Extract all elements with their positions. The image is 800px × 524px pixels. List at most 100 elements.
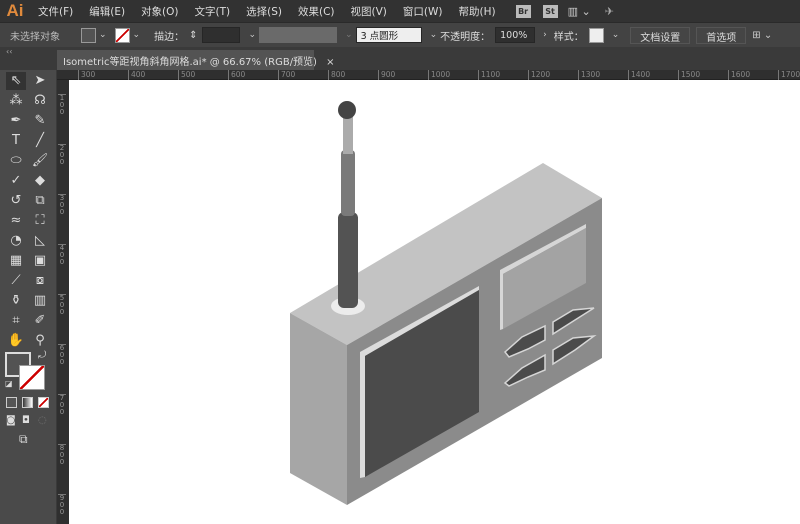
draw-behind-icon[interactable]: ◘: [22, 415, 30, 426]
ruler-tick-label: 1200: [528, 70, 550, 80]
screen-mode-icon[interactable]: ⧉: [19, 432, 28, 447]
blend-tool-icon[interactable]: ⧇: [30, 272, 50, 290]
ruler-tick-label: 1500: [678, 70, 700, 80]
style-label: 样式：: [553, 31, 584, 43]
ellipse-tool-icon[interactable]: ⬭: [6, 152, 26, 170]
chevron-down-icon[interactable]: ⌄: [430, 30, 438, 40]
gpu-performance-icon[interactable]: ✈: [605, 5, 614, 18]
paintbrush-icon[interactable]: 🖌: [30, 152, 50, 170]
menu-type[interactable]: 文字(T): [187, 4, 239, 19]
default-colors-icon[interactable]: ◪: [5, 379, 13, 388]
rotate-tool-icon[interactable]: ↺: [6, 192, 26, 210]
free-transform-icon[interactable]: ⛶: [30, 212, 50, 230]
draw-inside-icon: ◌: [38, 415, 47, 426]
ruler-tick-label: 500: [178, 70, 195, 80]
panel-collapse-icon[interactable]: ‹‹: [6, 47, 12, 56]
document-tab[interactable]: Isometric等距视角斜角网格.ai* @ 66.67% (RGB/预览) …: [57, 50, 335, 70]
lasso-icon[interactable]: ☊: [30, 92, 50, 110]
document-setup-button[interactable]: 文档设置: [630, 26, 691, 44]
column-graph-icon[interactable]: ▥: [30, 292, 50, 310]
tab-bar: ‹‹ Isometric等距视角斜角网格.ai* @ 66.67% (RGB/预…: [0, 47, 800, 70]
ruler-tick-label: 300: [58, 194, 66, 216]
symbol-sprayer-icon[interactable]: ⚱: [6, 292, 26, 310]
slice-tool-icon[interactable]: ✐: [30, 312, 50, 330]
antenna-lower-segment: [338, 212, 358, 308]
mesh-tool-icon[interactable]: ▦: [6, 252, 26, 270]
document-tab-title: Isometric等距视角斜角网格.ai* @ 66.67% (RGB/预览): [63, 57, 317, 68]
zoom-tool-icon[interactable]: ⚲: [30, 332, 50, 350]
app-logo: Ai: [6, 1, 24, 20]
color-mode-icon[interactable]: [6, 397, 17, 408]
brush-select[interactable]: 3 点圆形: [355, 27, 422, 43]
preferences-button[interactable]: 首选项: [696, 26, 747, 44]
chevron-right-icon[interactable]: ›: [543, 30, 547, 40]
antenna-upper-segment: [343, 116, 353, 154]
chevron-down-icon: ⌄: [345, 30, 353, 40]
ruler-tick-label: 600: [58, 344, 66, 366]
radio-illustration: [290, 101, 602, 505]
selection-tool-icon[interactable]: ⇖: [6, 72, 26, 90]
menu-help[interactable]: 帮助(H): [451, 4, 504, 19]
menu-edit[interactable]: 编辑(E): [81, 4, 133, 19]
curvature-tool-icon[interactable]: ✎: [30, 112, 50, 130]
workspace-layout-icon[interactable]: ▥ ⌄: [568, 5, 591, 18]
fill-swatch[interactable]: ⌄: [81, 27, 110, 43]
stroke-swatch[interactable]: ⌄: [114, 27, 144, 43]
ruler-tick-label: 1600: [728, 70, 750, 80]
menu-file[interactable]: 文件(F): [30, 4, 81, 19]
pen-tool-icon[interactable]: ✒: [6, 112, 26, 130]
menu-bar: Ai 文件(F) 编辑(E) 对象(O) 文字(T) 选择(S) 效果(C) 视…: [0, 0, 800, 22]
eyedropper-icon[interactable]: ⟋: [6, 272, 26, 290]
menu-effect[interactable]: 效果(C): [290, 4, 343, 19]
bridge-button[interactable]: Br: [515, 4, 531, 18]
scale-tool-icon[interactable]: ⧉: [30, 192, 50, 210]
antenna-tip: [338, 101, 356, 119]
ruler-tick-label: 700: [278, 70, 295, 80]
opacity-input[interactable]: 100%: [495, 27, 536, 43]
artboard[interactable]: [69, 80, 800, 524]
style-swatch[interactable]: [588, 27, 604, 43]
none-mode-icon[interactable]: [38, 397, 49, 408]
swap-colors-icon[interactable]: ⤾: [38, 350, 46, 361]
warp-tool-icon[interactable]: ≈: [6, 212, 26, 230]
magic-wand-icon[interactable]: ⁂: [6, 92, 26, 110]
stroke-color-box[interactable]: [19, 365, 45, 390]
stock-button[interactable]: St: [542, 4, 558, 18]
menu-select[interactable]: 选择(S): [238, 4, 290, 19]
variable-width-select[interactable]: [259, 27, 338, 43]
hand-tool-icon[interactable]: ✋: [6, 332, 26, 350]
horizontal-ruler[interactable]: 300 400 500 600 700 800 900 1000 1100 1200 1300 140…: [57, 70, 800, 80]
gradient-mode-icon[interactable]: [22, 397, 33, 408]
menu-object[interactable]: 对象(O): [133, 4, 186, 19]
radio-left-face: [290, 313, 347, 505]
ruler-tick-label: 900: [378, 70, 395, 80]
draw-normal-icon[interactable]: ◙: [6, 415, 16, 426]
type-tool-icon[interactable]: T: [6, 132, 26, 150]
stroke-label: 描边：: [154, 31, 185, 43]
shape-builder-icon[interactable]: ◔: [6, 232, 26, 250]
perspective-grid-icon[interactable]: ◺: [30, 232, 50, 250]
ruler-tick-label: 500: [58, 294, 66, 316]
direct-selection-tool-icon[interactable]: ➤: [30, 72, 50, 90]
eraser-icon[interactable]: ◆: [30, 172, 50, 190]
control-bar: 未选择对象 ⌄ ⌄ 描边： ⇕ ⌄ ⌄ 3 点圆形 ⌄ 不透明度： 100% › 样…: [0, 22, 800, 47]
ruler-tick-label: 700: [58, 394, 66, 416]
menu-view[interactable]: 视图(V): [343, 4, 395, 19]
artboard-tool-icon[interactable]: ⌗: [6, 312, 26, 330]
ruler-tick-label: 200: [58, 144, 66, 166]
ruler-tick-label: 1000: [428, 70, 450, 80]
shaper-tool-icon[interactable]: ✓: [6, 172, 26, 190]
close-tab-icon[interactable]: ×: [326, 57, 334, 68]
chevron-down-icon[interactable]: ⌄: [612, 30, 620, 40]
gradient-tool-icon[interactable]: ▣: [30, 252, 50, 270]
menu-window[interactable]: 窗口(W): [395, 4, 451, 19]
line-tool-icon[interactable]: ╱: [30, 132, 50, 150]
vertical-ruler[interactable]: 100 200 300 400 500 600 700 800 900: [57, 80, 69, 524]
tools-panel: ⇖ ➤ ⁂ ☊ ✒ ✎ T ╱ ⬭ 🖌 ✓ ◆ ↺ ⧉ ≈ ⛶ ◔ ◺ ▦ ▣ …: [0, 70, 57, 524]
ruler-tick-label: 800: [328, 70, 345, 80]
stroke-stepper[interactable]: ⇕: [189, 30, 197, 41]
chevron-down-icon[interactable]: ⌄: [248, 30, 256, 40]
arrange-icon[interactable]: ⊞ ⌄: [752, 30, 772, 41]
ruler-tick-label: 1300: [578, 70, 600, 80]
stroke-weight-input[interactable]: [202, 27, 241, 43]
